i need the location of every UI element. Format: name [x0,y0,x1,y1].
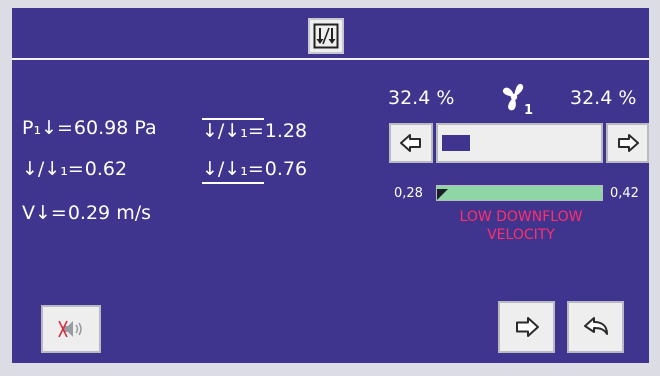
alarm-mute-button[interactable] [41,305,101,353]
velocity-reading: V↓= 0.29 m/s [22,204,151,223]
warning-line-1: LOW DOWNFLOW [459,209,583,225]
ratio-reading: ↓/↓₁= 0.62 [22,160,127,179]
fan-1-icon: 1 [499,82,537,116]
ratio-max-value: 1.28 [264,120,308,142]
pressure-value: 60.98 Pa [73,117,157,139]
ratio-min-reading: ↓/↓₁= 0.76 [202,160,307,184]
control-screen: P₁↓= 60.98 Pa ↓/↓₁= 0.62 V↓= 0.29 m/s ↓/… [12,8,649,363]
velocity-symbol: V↓= [22,202,67,224]
ratio-min-symbol: ↓/↓₁= [202,160,264,184]
arrow-right-icon [617,134,639,152]
arrow-left-icon [400,134,421,152]
range-max-label: 0,42 [610,186,639,201]
ratio-min-value: 0.76 [264,158,308,180]
pressure-reading: P₁↓= 60.98 Pa [22,119,157,138]
return-arrow-icon [583,317,608,335]
velocity-value: 0.29 m/s [67,202,151,224]
fan-speed-slider[interactable] [436,123,603,163]
low-velocity-warning: LOW DOWNFLOW VELOCITY [412,208,630,244]
range-min-label: 0,28 [394,186,423,201]
back-button[interactable] [567,301,624,353]
ratio-value: 0.62 [84,158,128,180]
increase-fan-button[interactable] [606,123,649,163]
arrow-right-icon [515,317,539,337]
svg-text:1: 1 [524,103,533,116]
ratio-max-reading: ↓/↓₁= 1.28 [202,118,307,141]
downflow-ratio-icon [313,23,339,49]
fan-left-percent: 32.4 % [388,87,455,109]
downflow-ratio-button[interactable] [308,18,344,54]
ratio-max-symbol: ↓/↓₁= [202,118,264,142]
velocity-range-bar [436,185,603,201]
fan-right-percent: 32.4 % [570,87,637,109]
ratio-symbol: ↓/↓₁= [22,158,84,180]
warning-line-2: VELOCITY [487,227,555,243]
header-divider [12,58,649,60]
decrease-fan-button[interactable] [389,123,433,163]
alarm-mute-icon [58,320,82,338]
fan-speed-fill [442,135,470,151]
velocity-marker [437,189,448,200]
next-button[interactable] [498,301,555,353]
pressure-symbol: P₁↓= [22,117,73,139]
